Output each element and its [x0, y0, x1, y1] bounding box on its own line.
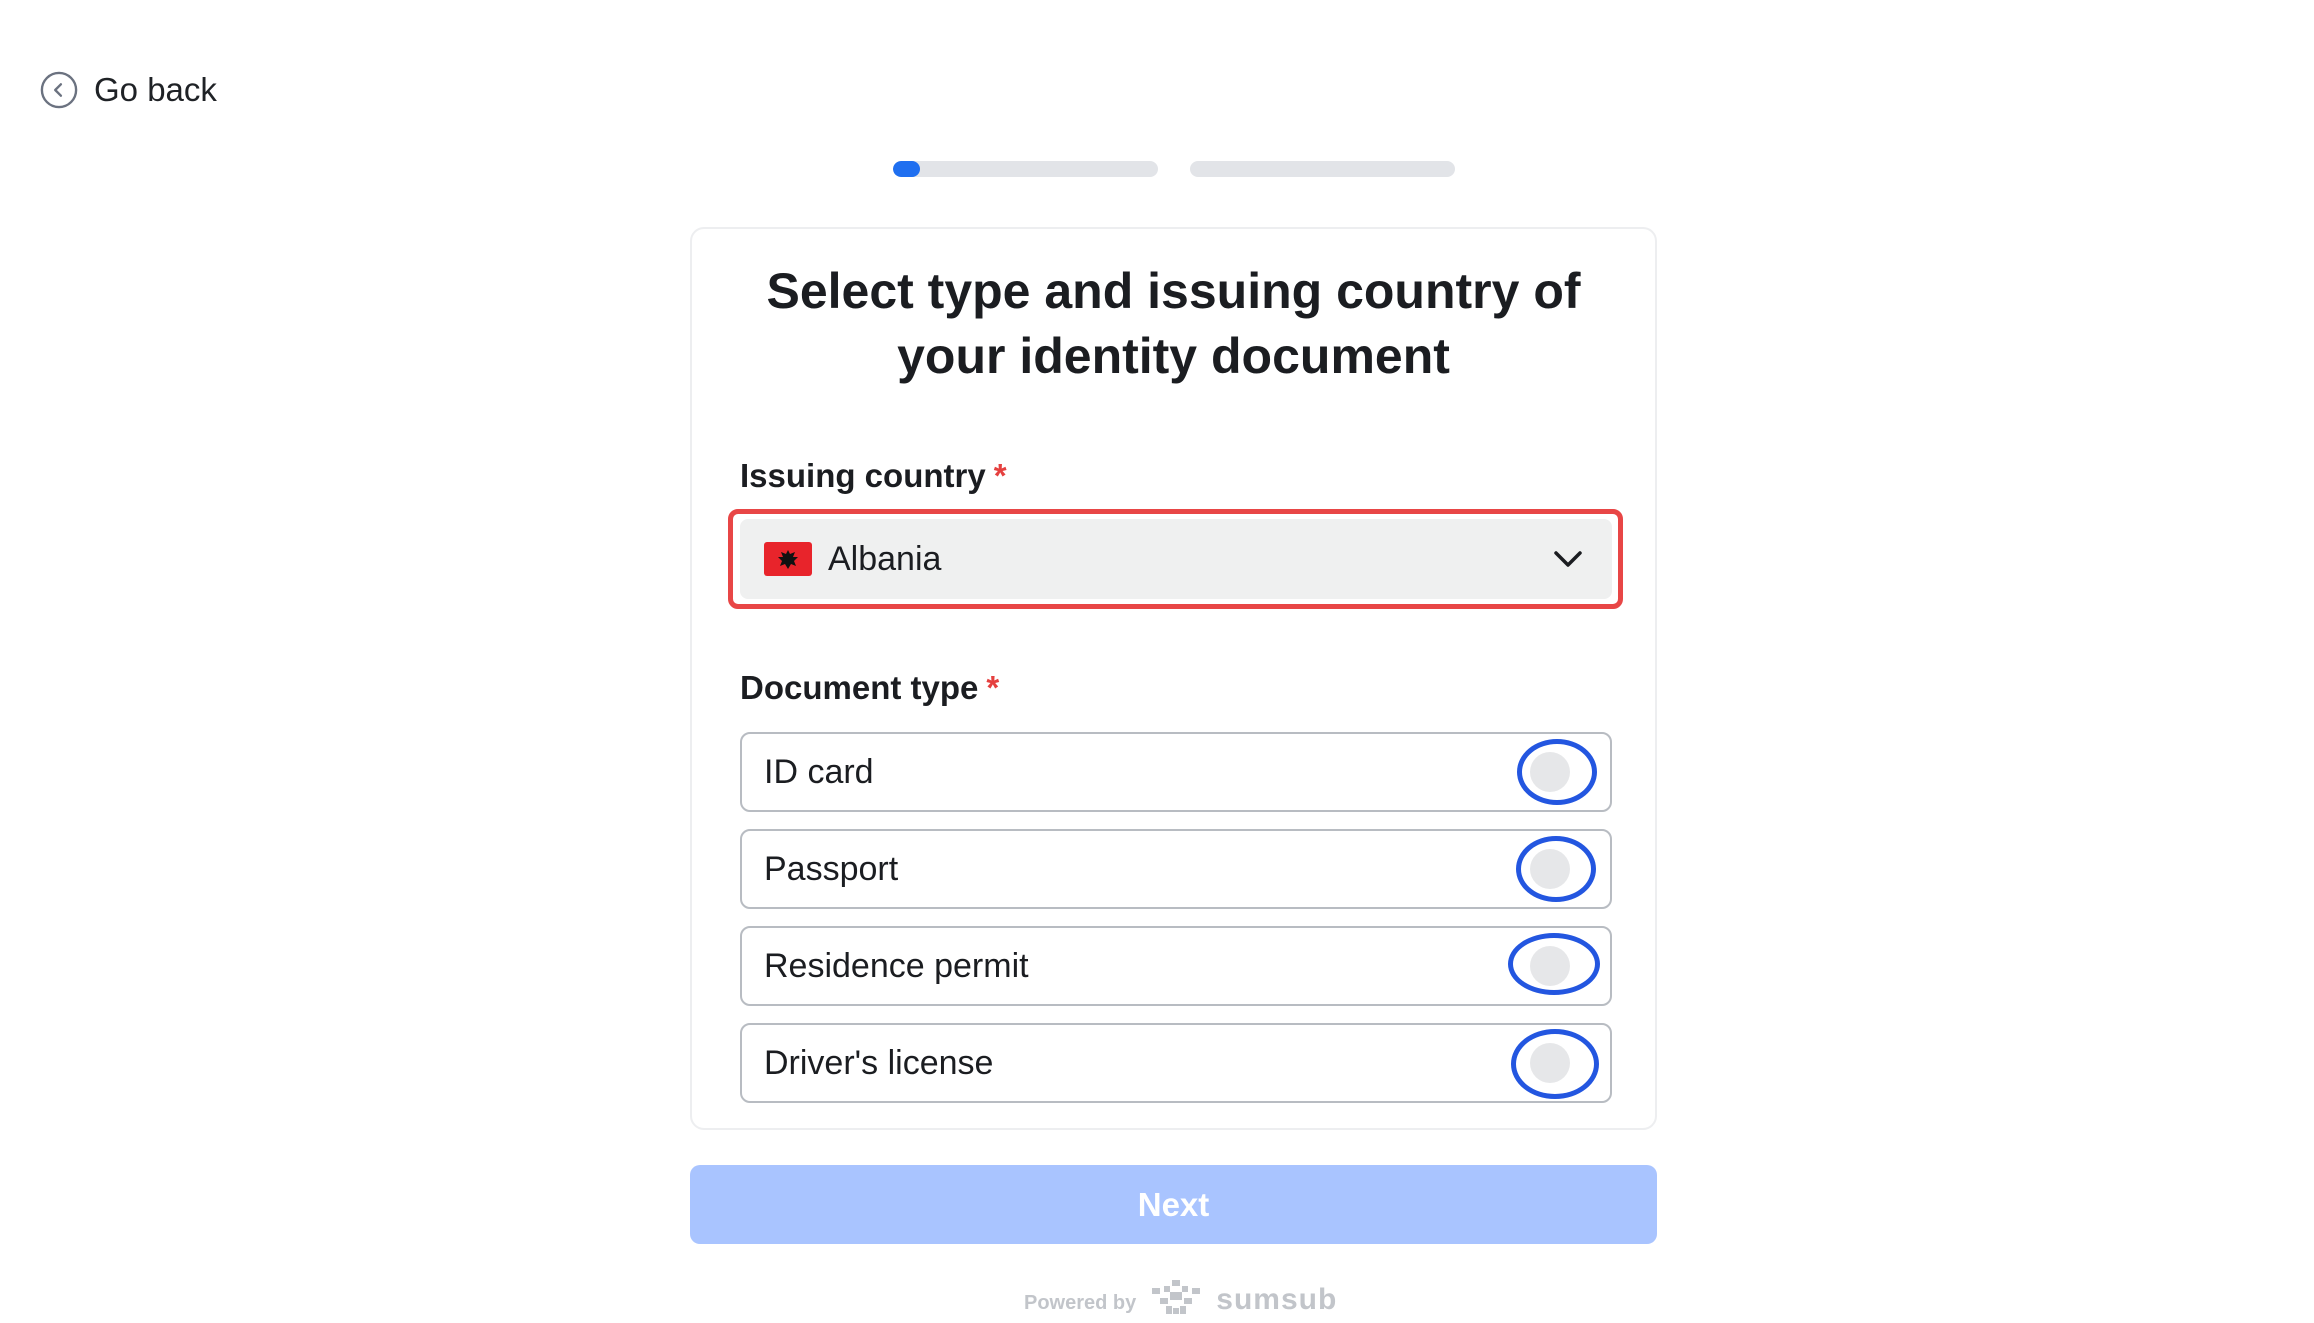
progress-step-2: [1190, 161, 1455, 177]
back-arrow-icon: [40, 71, 78, 109]
radio-button[interactable]: [1511, 1029, 1599, 1099]
radio-button[interactable]: [1517, 739, 1597, 805]
document-option-id-card[interactable]: ID card: [740, 732, 1612, 812]
step-progress: [0, 161, 2314, 177]
page-title-line-1: Select type and issuing country of: [766, 263, 1581, 319]
radio-highlight-ring: [1517, 739, 1597, 805]
required-asterisk: *: [993, 457, 1007, 494]
next-button-label: Next: [1137, 1185, 1210, 1223]
go-back-label: Go back: [94, 71, 217, 108]
document-selection-card: Select type and issuing country of your …: [690, 227, 1657, 1130]
go-back-button[interactable]: Go back: [40, 68, 217, 112]
document-option-label: Passport: [764, 849, 899, 888]
next-button[interactable]: Next: [690, 1165, 1657, 1244]
document-option-residence-permit[interactable]: Residence permit: [740, 926, 1612, 1006]
required-asterisk: *: [986, 669, 1000, 706]
issuing-country-select[interactable]: Albania: [740, 519, 1612, 599]
document-type-label: Document type *: [740, 669, 999, 707]
document-option-label: Residence permit: [764, 946, 1029, 985]
powered-by-footer: Powered by sumsub: [1024, 1278, 1338, 1323]
sumsub-brand-text: sumsub: [1216, 1283, 1338, 1316]
page-title-line-2: your identity document: [897, 328, 1450, 384]
radio-button[interactable]: [1516, 836, 1596, 902]
page-title: Select type and issuing country of your …: [692, 259, 1655, 389]
issuing-country-label: Issuing country *: [740, 457, 1007, 495]
document-option-label: ID card: [764, 752, 874, 791]
powered-by-text: Powered by: [1024, 1291, 1137, 1314]
radio-highlight-ring: [1516, 836, 1596, 902]
progress-step-1: [893, 161, 1158, 177]
albania-flag-icon: [764, 542, 812, 576]
document-option-drivers-license[interactable]: Driver's license: [740, 1023, 1612, 1103]
radio-button[interactable]: [1508, 933, 1600, 995]
sumsub-logo-icon: [1150, 1278, 1202, 1323]
document-option-label: Driver's license: [764, 1043, 994, 1082]
radio-highlight-ring: [1508, 933, 1600, 995]
chevron-down-icon: [1548, 539, 1588, 579]
document-option-passport[interactable]: Passport: [740, 829, 1612, 909]
issuing-country-label-text: Issuing country: [740, 457, 986, 494]
issuing-country-value: Albania: [828, 539, 942, 578]
document-type-label-text: Document type: [740, 669, 979, 706]
radio-highlight-ring: [1511, 1029, 1599, 1099]
progress-step-1-fill: [893, 161, 920, 177]
